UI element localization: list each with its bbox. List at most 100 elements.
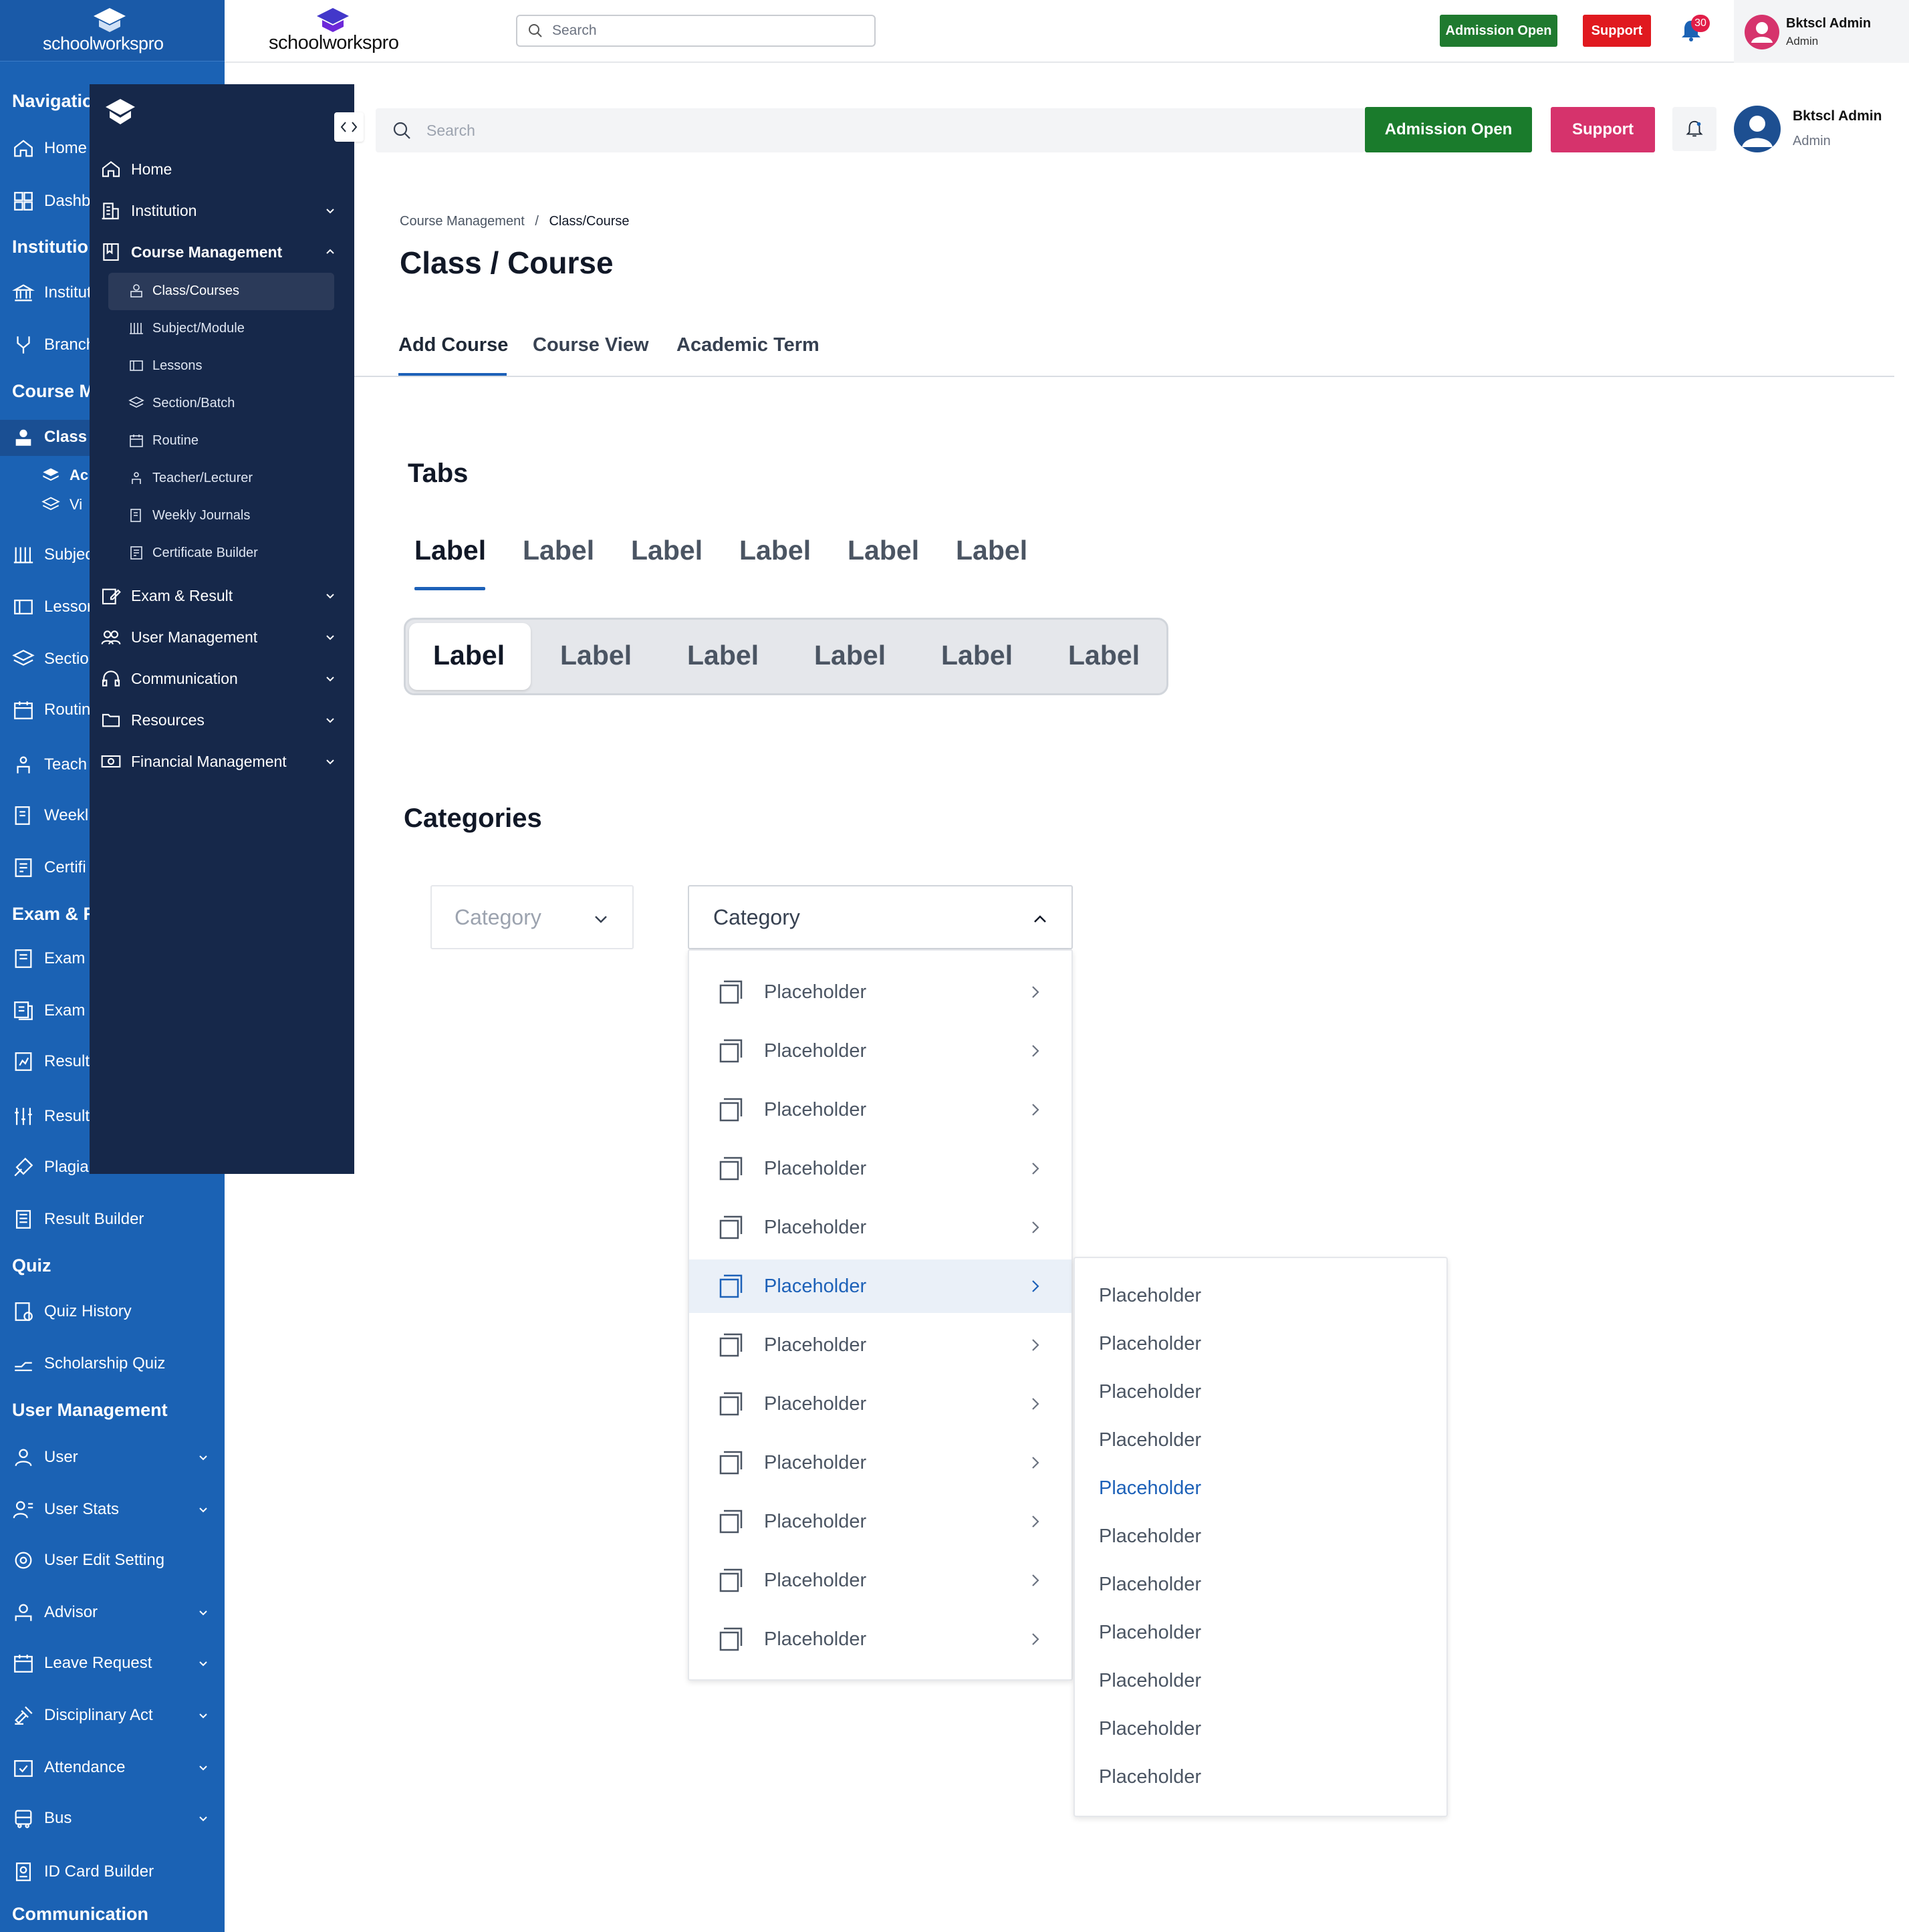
sidebar-item-communication[interactable]: Communication [100,662,346,695]
bg-item-quiz-history[interactable]: Quiz History [12,1297,219,1326]
submenu-item[interactable]: Placeholder [1099,1670,1201,1692]
sidebar-sub-lessons[interactable]: Lessons [128,349,334,382]
underline-tab-3[interactable]: Label [631,535,703,566]
tab-add-course[interactable]: Add Course [398,334,508,356]
lesson-icon [130,360,143,371]
bg-item-disciplinary-act[interactable]: Disciplinary Act [12,1701,219,1730]
bg-item-leave-request[interactable]: Leave Request [12,1649,219,1678]
dropdown-menu-item[interactable]: Placeholder [689,1201,1071,1254]
submenu-item[interactable]: Placeholder [1099,1429,1201,1451]
category-select-open[interactable]: Category [688,885,1073,949]
dropdown-menu-item[interactable]: Placeholder [689,1142,1071,1195]
underline-tab-6[interactable]: Label [956,535,1027,566]
submenu-item[interactable]: Placeholder [1099,1766,1201,1788]
copy-icon [719,1627,743,1651]
sidebar-sub-teacher-lecturer[interactable]: Teacher/Lecturer [128,461,334,495]
subject-icon [130,323,143,334]
dropdown-menu-item[interactable]: Placeholder [689,1024,1071,1078]
tab-course-view[interactable]: Course View [533,334,649,356]
collapse-toggle[interactable] [334,112,364,142]
dropdown-menu-item[interactable]: Placeholder [689,1436,1071,1489]
admission-button[interactable]: Admission Open [1365,107,1532,152]
segmented-tab-5[interactable]: Label [941,640,1013,671]
dropdown-menu-item[interactable]: Placeholder [689,1495,1071,1548]
underline-tab-5[interactable]: Label [848,535,919,566]
sidebar-sub-weekly-journals[interactable]: Weekly Journals [128,499,334,532]
segmented-tab-1[interactable]: Label [433,640,505,671]
dropdown-menu-item[interactable]: Placeholder [689,965,1071,1019]
submenu-item[interactable]: Placeholder [1099,1718,1201,1740]
search-input[interactable]: Search [376,108,1365,152]
category-select-closed[interactable]: Category [430,885,634,949]
submenu-item[interactable]: Placeholder [1099,1381,1201,1403]
sidebar-item-resources[interactable]: Resources [100,703,346,737]
chevron-up-icon [1034,915,1046,923]
calendar-icon [14,701,33,719]
dropdown-menu-item[interactable]: Placeholder [689,1554,1071,1607]
tab-academic-term[interactable]: Academic Term [676,334,819,356]
avatar[interactable] [1734,106,1781,152]
submenu-item[interactable]: Placeholder [1099,1477,1201,1499]
notification-button[interactable] [1672,107,1716,151]
bg-item-result-builder[interactable]: Result Builder [12,1205,219,1234]
bg-item-user-edit-setting[interactable]: User Edit Setting [12,1546,219,1575]
bg-item-advisor[interactable]: Advisor [12,1598,219,1627]
segmented-tab-4[interactable]: Label [814,640,886,671]
dropdown-menu-item[interactable]: Placeholder [689,1377,1071,1431]
bg-item-scholarship-quiz[interactable]: Scholarship Quiz [12,1349,219,1378]
chevron-right-icon [1032,1633,1039,1645]
chevron-down-icon [326,594,334,599]
sidebar-sub-subject-module[interactable]: Subject/Module [128,312,334,345]
layers-icon [43,468,59,481]
dropdown-item-label: Placeholder [764,1157,867,1179]
submenu-item[interactable]: Placeholder [1099,1526,1201,1548]
dropdown-menu-item[interactable]: Placeholder [689,1612,1071,1666]
class-icon [15,429,31,446]
underline-tab-2[interactable]: Label [523,535,594,566]
certificate-icon [15,858,32,877]
bg-item-user-stats[interactable]: User Stats [12,1495,219,1524]
dropdown-menu-item[interactable]: Placeholder [689,1318,1071,1372]
top-support-button[interactable]: Support [1583,15,1651,47]
sidebar-item-financial-management[interactable]: Financial Management [100,745,346,778]
chevron-down-icon [199,1610,207,1616]
bg-item-bus[interactable]: Bus [12,1804,219,1833]
submenu-item[interactable]: Placeholder [1099,1574,1201,1596]
sidebar-sub-class-courses[interactable]: Class/Courses [128,274,334,308]
sidebar-sub-certificate-builder[interactable]: Certificate Builder [128,536,334,570]
sidebar-item-user-management[interactable]: User Management [100,620,346,654]
headphones-icon [102,671,120,687]
sidebar-item-exam-result[interactable]: Exam & Result [100,579,346,612]
bg-item-attendance[interactable]: Attendance [12,1753,219,1782]
bg-item-user[interactable]: User [12,1443,219,1472]
sidebar-sub-routine[interactable]: Routine [128,424,334,457]
segmented-tab-6[interactable]: Label [1068,640,1140,671]
submenu-item[interactable]: Placeholder [1099,1622,1201,1644]
sidebar-item-home[interactable]: Home [100,152,346,186]
top-admission-button[interactable]: Admission Open [1440,15,1557,47]
underline-tab-1[interactable]: Label [414,535,486,566]
submenu-item[interactable]: Placeholder [1099,1333,1201,1355]
bg-sub-view[interactable]: Vi [41,492,82,517]
underline-tab-4[interactable]: Label [739,535,811,566]
background-logo[interactable]: schoolworkspro [0,0,225,62]
dropdown-menu-item[interactable]: Placeholder [689,1083,1071,1136]
search-icon [529,24,542,37]
top-search-input[interactable]: Search [516,15,876,47]
dropdown-menu-item[interactable]: Placeholder [689,1259,1071,1313]
advisor-icon [15,1604,32,1621]
segmented-tab-3[interactable]: Label [687,640,759,671]
support-button[interactable]: Support [1551,107,1655,152]
sidebar-sub-section-batch[interactable]: Section/Batch [128,386,334,420]
money-icon [101,755,121,768]
bg-item-id-card-builder[interactable]: ID Card Builder [12,1857,219,1887]
dropdown-item-label: Placeholder [764,1275,867,1297]
class-icon [130,284,142,297]
breadcrumb-parent[interactable]: Course Management [400,214,525,229]
top-avatar[interactable] [1745,15,1779,49]
sidebar-item-institution[interactable]: Institution [100,194,346,227]
bg-sub-add[interactable]: Ac [41,463,88,488]
submenu-item[interactable]: Placeholder [1099,1285,1201,1307]
sidebar-item-course-management[interactable]: Course Management [100,235,346,269]
segmented-tab-2[interactable]: Label [560,640,632,671]
